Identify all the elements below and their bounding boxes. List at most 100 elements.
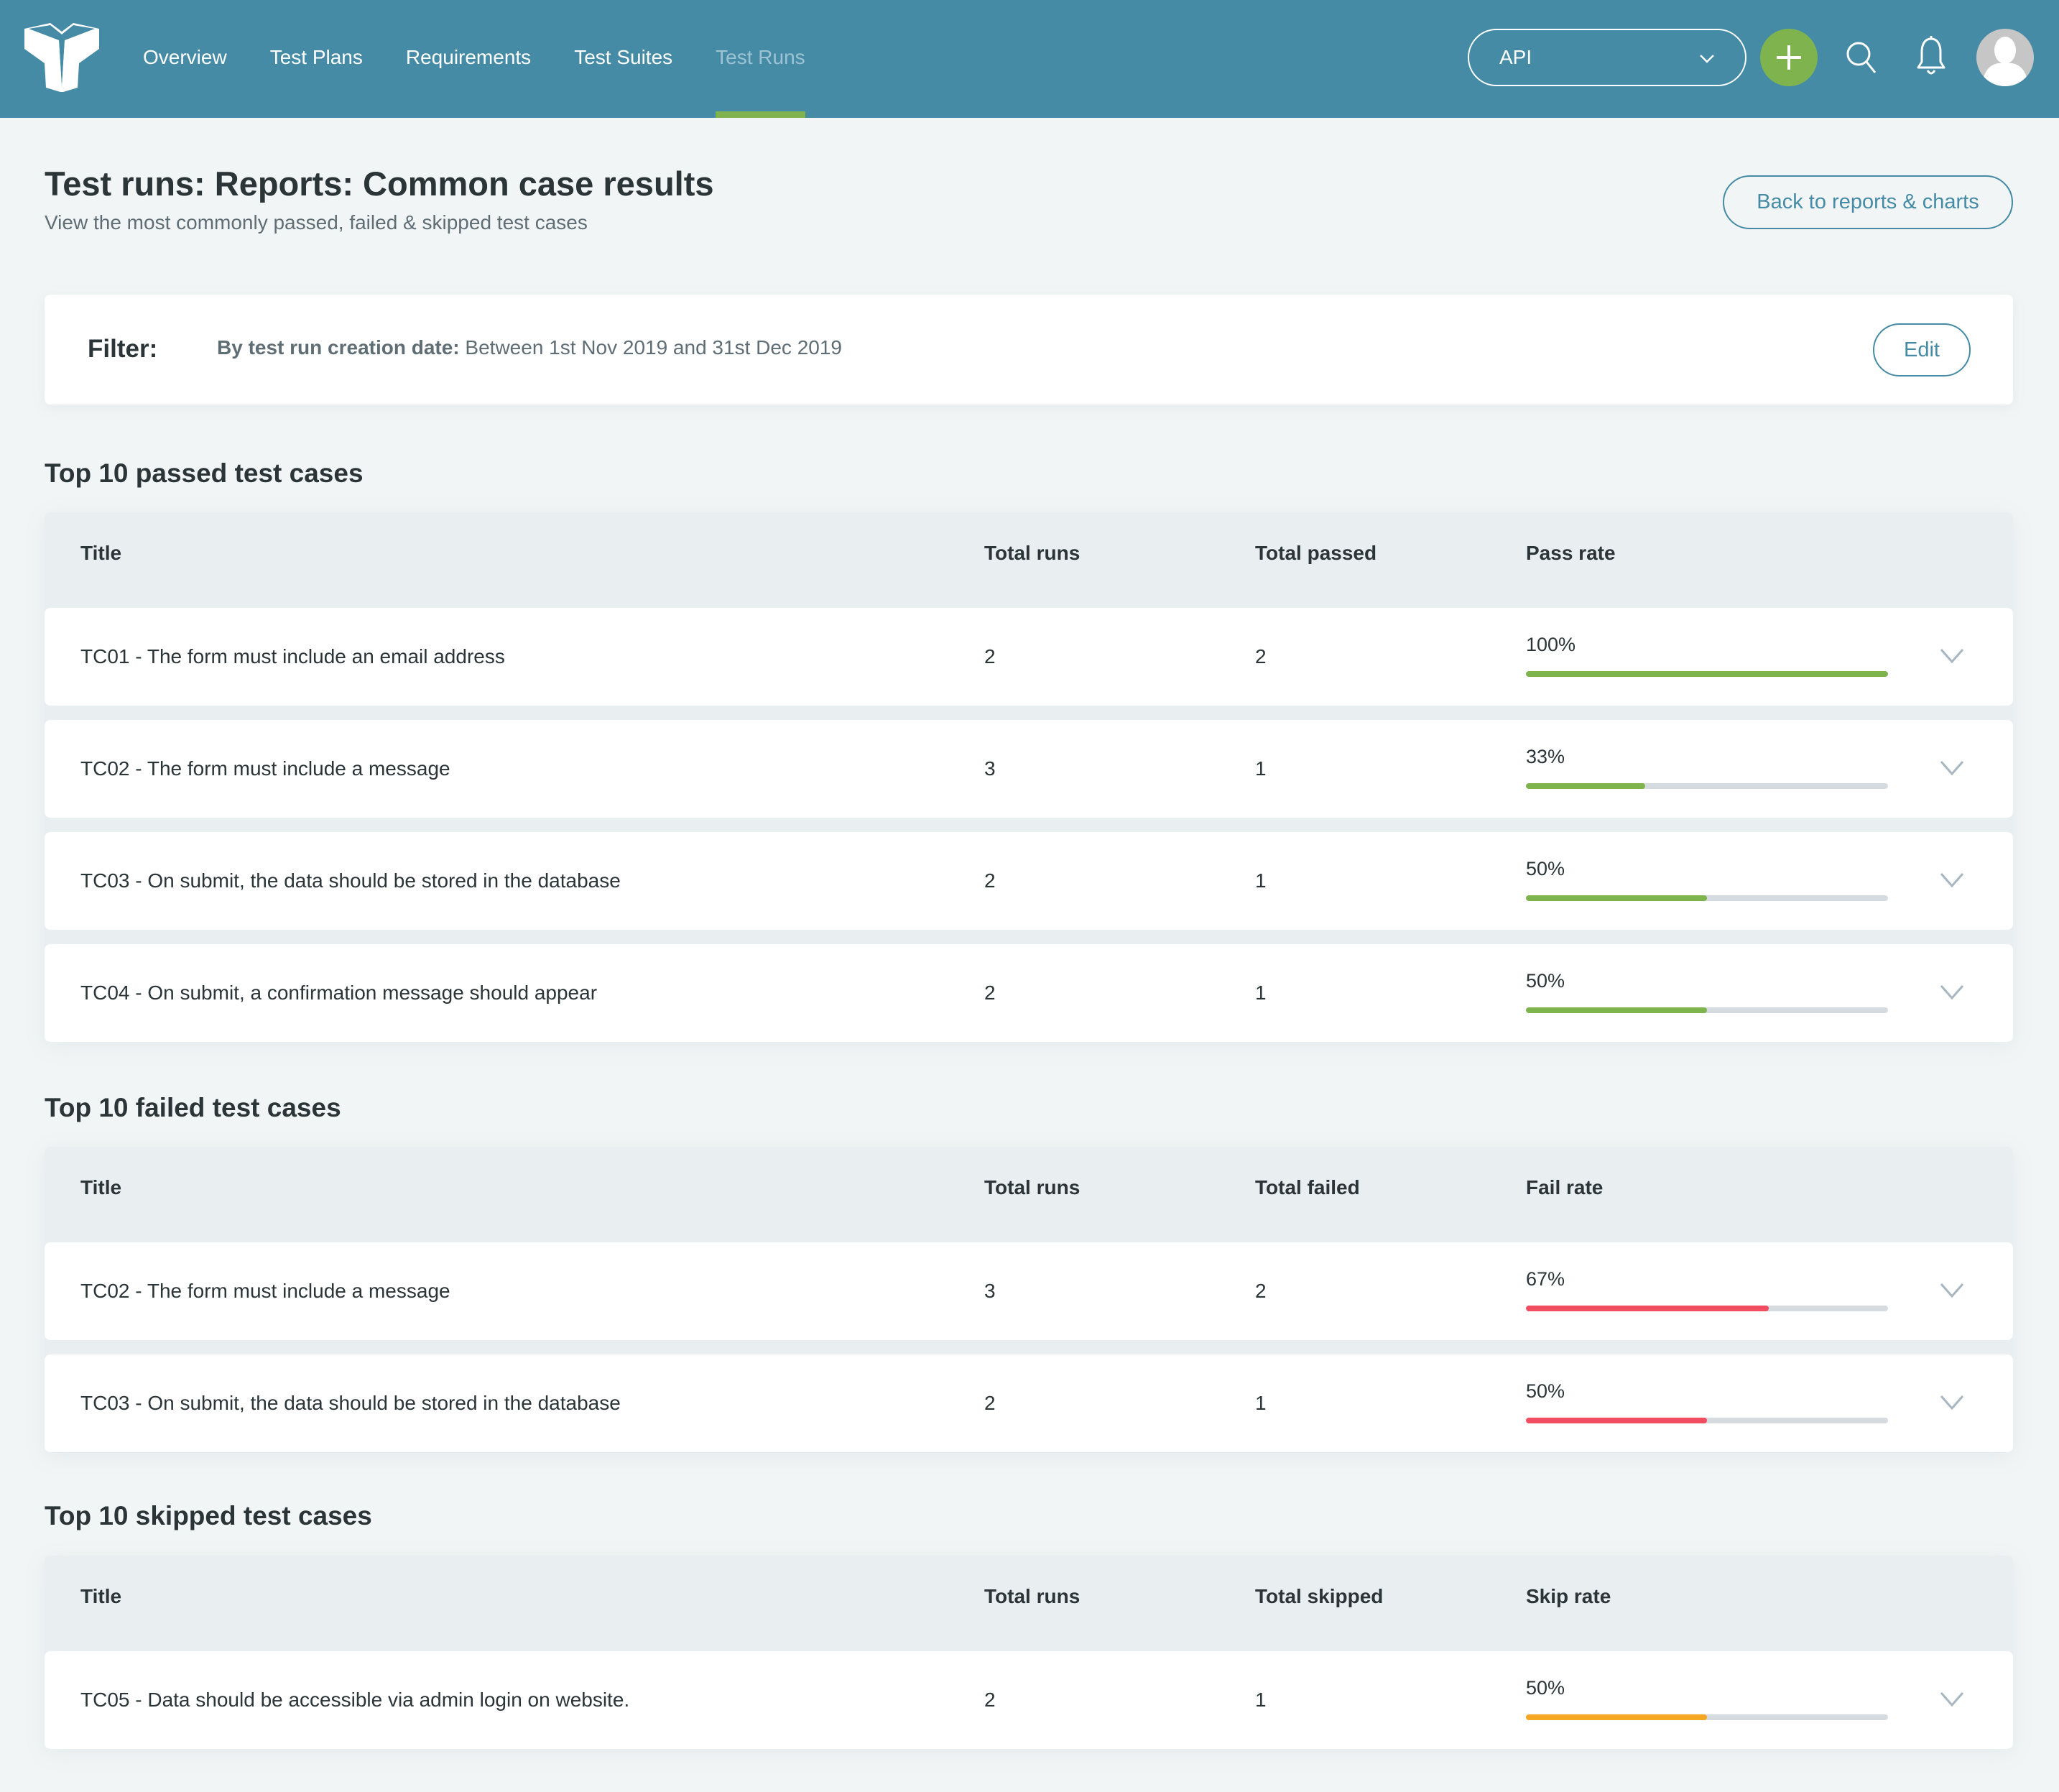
bell-icon[interactable] xyxy=(1915,36,1947,79)
table-row[interactable]: TC01 - The form must include an email ad… xyxy=(45,608,2013,706)
filter-criterion-label: By test run creation date: xyxy=(217,336,460,359)
expand-chevron-icon[interactable] xyxy=(1940,759,1964,777)
column-total-header[interactable]: Total passed xyxy=(1255,512,1376,594)
row-rate-label: 67% xyxy=(1526,1268,1565,1290)
rate-progress-bar xyxy=(1526,1714,1888,1720)
row-rate-label: 50% xyxy=(1526,1380,1565,1402)
nav-requirements[interactable]: Requirements xyxy=(406,0,531,118)
table-row[interactable]: TC03 - On submit, the data should be sto… xyxy=(45,1354,2013,1452)
row-rate-label: 100% xyxy=(1526,634,1576,655)
table-header: Title Total runs Total skipped Skip rate xyxy=(45,1556,2013,1637)
filter-criterion-value: Between 1st Nov 2019 and 31st Dec 2019 xyxy=(459,336,842,359)
nav-overview[interactable]: Overview xyxy=(143,0,227,118)
column-total-header[interactable]: Total skipped xyxy=(1255,1556,1383,1637)
row-total-runs: 2 xyxy=(984,1689,996,1711)
expand-chevron-icon[interactable] xyxy=(1940,647,1964,665)
row-total-runs: 3 xyxy=(984,757,996,780)
rate-progress-fill xyxy=(1526,895,1707,901)
nav-test-suites[interactable]: Test Suites xyxy=(574,0,672,118)
project-select[interactable]: API xyxy=(1468,29,1746,86)
rate-progress-fill xyxy=(1526,1306,1769,1311)
filter-criterion: By test run creation date: Between 1st N… xyxy=(217,336,842,359)
rate-progress-bar xyxy=(1526,671,1888,677)
table-skipped: Title Total runs Total skipped Skip rate TC… xyxy=(45,1556,2013,1749)
expand-chevron-icon[interactable] xyxy=(1940,1282,1964,1299)
rate-progress-bar xyxy=(1526,783,1888,789)
project-select-value: API xyxy=(1499,46,1532,68)
filter-card: Filter: By test run creation date: Betwe… xyxy=(45,295,2013,405)
row-title: TC03 - On submit, the data should be sto… xyxy=(80,869,621,892)
table-header: Title Total runs Total failed Fail rate xyxy=(45,1147,2013,1228)
column-total-header[interactable]: Total failed xyxy=(1255,1147,1360,1228)
row-title: TC03 - On submit, the data should be sto… xyxy=(80,1392,621,1414)
section-title-failed: Top 10 failed test cases xyxy=(45,1093,341,1122)
row-title: TC01 - The form must include an email ad… xyxy=(80,645,505,668)
row-title: TC02 - The form must include a message xyxy=(80,757,450,780)
top-navigation-bar: Overview Test Plans Requirements Test Su… xyxy=(0,0,2059,118)
column-rate-header[interactable]: Fail rate xyxy=(1526,1147,1603,1228)
row-total-runs: 2 xyxy=(984,1392,996,1414)
row-total-runs: 2 xyxy=(984,869,996,892)
app-logo-icon[interactable] xyxy=(22,22,102,92)
rate-progress-bar xyxy=(1526,1306,1888,1311)
column-title-header[interactable]: Title xyxy=(80,1147,121,1228)
table-row[interactable]: TC02 - The form must include a message 3… xyxy=(45,720,2013,818)
nav-test-runs[interactable]: Test Runs xyxy=(716,0,805,118)
back-to-reports-button[interactable]: Back to reports & charts xyxy=(1723,175,2013,229)
section-title-skipped: Top 10 skipped test cases xyxy=(45,1501,372,1530)
row-rate-label: 50% xyxy=(1526,858,1565,879)
rate-progress-fill xyxy=(1526,1714,1707,1720)
table-row[interactable]: TC03 - On submit, the data should be sto… xyxy=(45,832,2013,930)
main-nav: Overview Test Plans Requirements Test Su… xyxy=(143,0,848,118)
column-total-runs-header[interactable]: Total runs xyxy=(984,1556,1080,1637)
row-total-runs: 2 xyxy=(984,645,996,668)
nav-test-plans[interactable]: Test Plans xyxy=(270,0,363,118)
table-row[interactable]: TC04 - On submit, a confirmation message… xyxy=(45,944,2013,1042)
column-rate-header[interactable]: Skip rate xyxy=(1526,1556,1611,1637)
rate-progress-fill xyxy=(1526,1418,1707,1423)
row-total: 1 xyxy=(1255,757,1267,780)
rate-progress-bar xyxy=(1526,895,1888,901)
table-header: Title Total runs Total passed Pass rate xyxy=(45,512,2013,594)
rate-progress-fill xyxy=(1526,1007,1707,1013)
user-avatar-icon xyxy=(1982,37,2028,86)
column-total-runs-header[interactable]: Total runs xyxy=(984,512,1080,594)
rate-progress-fill xyxy=(1526,783,1646,789)
page-subtitle: View the most commonly passed, failed & … xyxy=(45,211,588,234)
table-row[interactable]: TC05 - Data should be accessible via adm… xyxy=(45,1651,2013,1749)
section-title-passed: Top 10 passed test cases xyxy=(45,458,364,488)
column-total-runs-header[interactable]: Total runs xyxy=(984,1147,1080,1228)
user-avatar[interactable] xyxy=(1976,29,2034,86)
rate-progress-bar xyxy=(1526,1418,1888,1423)
search-icon[interactable] xyxy=(1844,40,1880,75)
chevron-down-icon xyxy=(1700,55,1714,63)
row-total: 2 xyxy=(1255,1280,1267,1302)
rate-progress-fill xyxy=(1526,671,1888,677)
rate-progress-bar xyxy=(1526,1007,1888,1013)
row-total: 1 xyxy=(1255,869,1267,892)
table-passed: Title Total runs Total passed Pass rate TC0… xyxy=(45,512,2013,1042)
row-total-runs: 2 xyxy=(984,982,996,1004)
table-row[interactable]: TC02 - The form must include a message 3… xyxy=(45,1242,2013,1340)
expand-chevron-icon[interactable] xyxy=(1940,984,1964,1001)
row-total: 1 xyxy=(1255,1392,1267,1414)
row-total: 2 xyxy=(1255,645,1267,668)
row-rate-label: 33% xyxy=(1526,746,1565,767)
row-rate-label: 50% xyxy=(1526,1677,1565,1699)
column-rate-header[interactable]: Pass rate xyxy=(1526,512,1616,594)
expand-chevron-icon[interactable] xyxy=(1940,872,1964,889)
row-title: TC02 - The form must include a message xyxy=(80,1280,450,1302)
row-title: TC04 - On submit, a confirmation message… xyxy=(80,982,598,1004)
column-title-header[interactable]: Title xyxy=(80,1556,121,1637)
edit-filter-button[interactable]: Edit xyxy=(1873,323,1971,377)
expand-chevron-icon[interactable] xyxy=(1940,1394,1964,1411)
add-button[interactable] xyxy=(1760,29,1818,86)
expand-chevron-icon[interactable] xyxy=(1940,1691,1964,1708)
row-total: 1 xyxy=(1255,982,1267,1004)
column-title-header[interactable]: Title xyxy=(80,512,121,594)
row-title: TC05 - Data should be accessible via adm… xyxy=(80,1689,630,1711)
table-failed: Title Total runs Total failed Fail rate TC0… xyxy=(45,1147,2013,1452)
row-rate-label: 50% xyxy=(1526,970,1565,992)
page-title: Test runs: Reports: Common case results xyxy=(45,165,714,203)
filter-label: Filter: xyxy=(88,335,158,363)
